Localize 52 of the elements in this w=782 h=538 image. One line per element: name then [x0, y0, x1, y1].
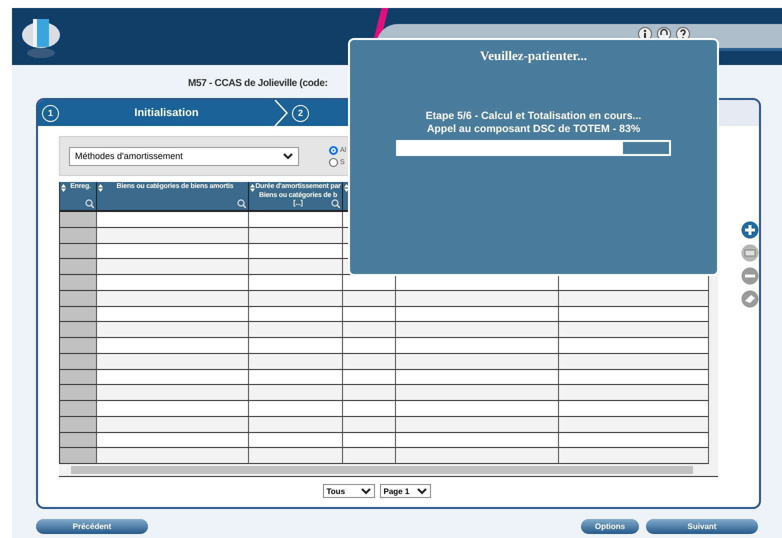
status-text: Etape 5/6 - Calcul et Totalisation en cours... — [426, 110, 642, 123]
table-cell — [343, 290, 396, 306]
table-cell — [343, 354, 396, 370]
table-cell — [343, 370, 396, 386]
add-icon[interactable] — [741, 221, 759, 239]
step-label: Initialisation — [133, 107, 200, 119]
row-header-cell[interactable] — [60, 244, 97, 260]
row-header-cell[interactable] — [60, 212, 97, 228]
row-header-cell[interactable] — [60, 416, 97, 432]
chevron-down-icon — [360, 487, 370, 495]
table-cell — [343, 401, 396, 417]
chevron-down-icon — [416, 487, 426, 495]
row-header-cell[interactable] — [60, 370, 97, 386]
options-button[interactable]: Options — [581, 519, 639, 534]
row-header-cell[interactable] — [60, 290, 97, 306]
table-cell — [343, 416, 396, 432]
sort-icon[interactable] — [61, 184, 66, 192]
status-text: Appel au composant DSC de TOTEM - 83% — [426, 123, 642, 136]
page-size-select[interactable]: Tous — [322, 484, 374, 498]
table-cell — [343, 322, 396, 338]
printer-icon[interactable] — [741, 244, 759, 262]
page-title: M57 - CCAS de Jolieville (code: — [188, 77, 329, 91]
row-header-cell[interactable] — [60, 432, 97, 448]
eraser-icon[interactable] — [741, 290, 759, 308]
row-header-cell[interactable] — [60, 354, 97, 370]
row-header-cell[interactable] — [60, 275, 97, 291]
wizard-step[interactable]: 1 Initialisation — [38, 100, 288, 126]
row-header-cell[interactable] — [60, 228, 97, 244]
row-header-cell[interactable] — [60, 259, 97, 275]
step-number: 1 — [42, 104, 59, 122]
previous-button[interactable]: Précédent — [36, 519, 148, 534]
minus-icon[interactable] — [741, 267, 759, 285]
page-select[interactable]: Page 1 — [380, 484, 430, 498]
row-header-cell[interactable] — [60, 338, 97, 354]
filter-icon[interactable] — [331, 199, 340, 208]
table-cell — [343, 306, 396, 322]
row-header-cell[interactable] — [60, 322, 97, 338]
next-button[interactable]: Suivant — [646, 519, 758, 534]
row-header-cell[interactable] — [60, 401, 97, 417]
row-header-cell[interactable] — [60, 306, 97, 322]
chevron-down-icon — [283, 152, 293, 160]
table-cell — [343, 338, 396, 354]
step-number: 2 — [292, 104, 309, 122]
row-header-cell[interactable] — [60, 385, 97, 401]
table-cell — [343, 448, 396, 464]
filter-icon[interactable] — [237, 199, 246, 208]
category-select[interactable]: Méthodes d'amortissement — [69, 146, 299, 166]
table-cell — [343, 432, 396, 448]
table-cell — [343, 385, 396, 401]
row-header-cell[interactable] — [60, 448, 97, 464]
dialog-title: Veuillez-patienter... — [480, 48, 587, 64]
filter-icon[interactable] — [85, 199, 94, 208]
